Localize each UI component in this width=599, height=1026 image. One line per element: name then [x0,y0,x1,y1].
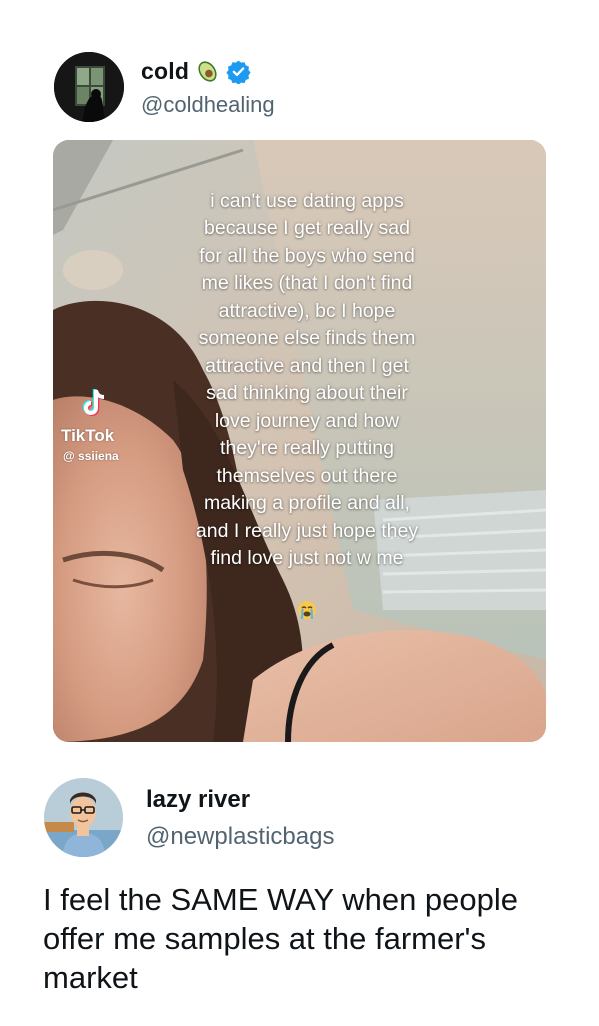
reply-header: lazy river @newplasticbags [44,778,564,858]
avatar[interactable] [44,778,123,857]
loudly-crying-face-icon [297,573,317,620]
name-row: cold [141,56,251,86]
verified-badge-icon [226,59,251,85]
handle[interactable]: @coldhealing [141,92,275,118]
avatar-image [44,778,123,857]
avatar[interactable] [54,52,124,122]
tiktok-logo-icon [82,389,105,416]
tiktok-video-media[interactable]: i can't use dating apps because I get re… [53,140,546,742]
tweet-header: cold @coldhealing [54,52,574,124]
tiktok-brand-label: TikTok [61,426,115,445]
display-name[interactable]: cold [141,58,189,85]
avatar-image [54,52,124,122]
tiktok-username: @ ssiiena [63,449,119,463]
avocado-icon [195,59,220,84]
video-caption-text: i can't use dating apps because I get re… [165,160,449,626]
caption-text: i can't use dating apps because I get re… [195,189,419,570]
tweet-text: I feel the SAME WAY when people offer me… [43,882,519,995]
display-name[interactable]: lazy river [146,786,250,814]
handle[interactable]: @newplasticbags [146,823,334,851]
